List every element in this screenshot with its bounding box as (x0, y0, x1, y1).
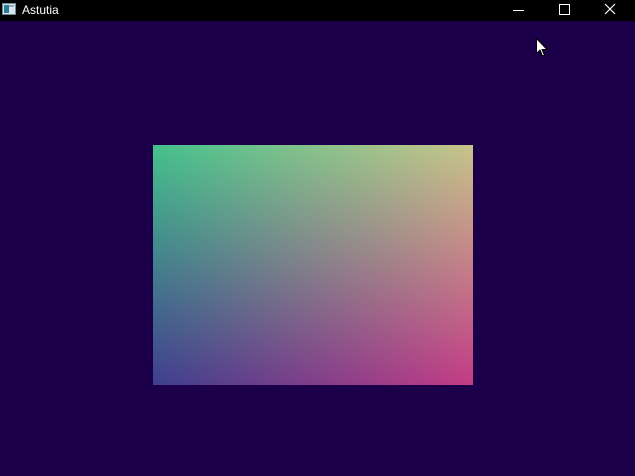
gradient-rectangle-graphic (153, 145, 473, 385)
app-window-icon[interactable] (2, 3, 16, 15)
window-title: Astutia (22, 3, 59, 17)
render-canvas[interactable] (0, 21, 635, 476)
gradient-rectangle (153, 145, 473, 385)
maximize-icon (559, 4, 570, 15)
arrow-cursor-icon (536, 38, 548, 57)
title-bar[interactable]: Astutia (0, 0, 635, 21)
maximize-button[interactable] (541, 0, 587, 21)
minimize-icon (513, 10, 524, 11)
close-icon (604, 3, 616, 15)
close-button[interactable] (587, 0, 633, 21)
minimize-button[interactable] (496, 0, 542, 21)
app-window: Astutia (0, 0, 635, 476)
